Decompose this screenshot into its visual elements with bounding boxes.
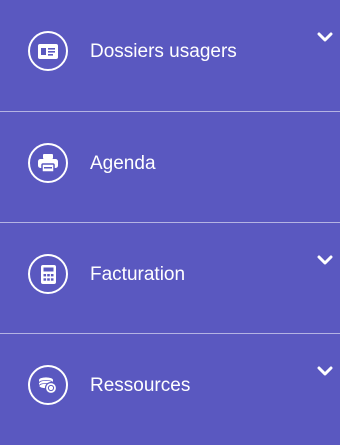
coins-icon (28, 365, 68, 405)
id-card-icon (28, 31, 68, 71)
chevron-down-icon[interactable] (317, 254, 333, 266)
sidebar-item-ressources[interactable]: Ressources (0, 333, 340, 444)
chevron-down-icon[interactable] (317, 365, 333, 377)
sidebar-item-label: Ressources (90, 375, 191, 396)
calculator-icon (28, 254, 68, 294)
active-indicator (337, 26, 353, 60)
sidebar-item-label: Dossiers usagers (90, 41, 237, 62)
sidebar-item-label: Agenda (90, 153, 156, 174)
chevron-down-icon[interactable] (317, 31, 333, 43)
sidebar-item-agenda[interactable]: Agenda (0, 111, 340, 222)
sidebar-item-label: Facturation (90, 264, 186, 285)
print-icon (28, 143, 68, 183)
sidebar-nav: Dossiers usagers Agenda Facturation Ress… (0, 0, 353, 445)
sidebar-item-facturation[interactable]: Facturation (0, 222, 340, 333)
sidebar-item-dossiers-usagers[interactable]: Dossiers usagers (0, 0, 353, 111)
